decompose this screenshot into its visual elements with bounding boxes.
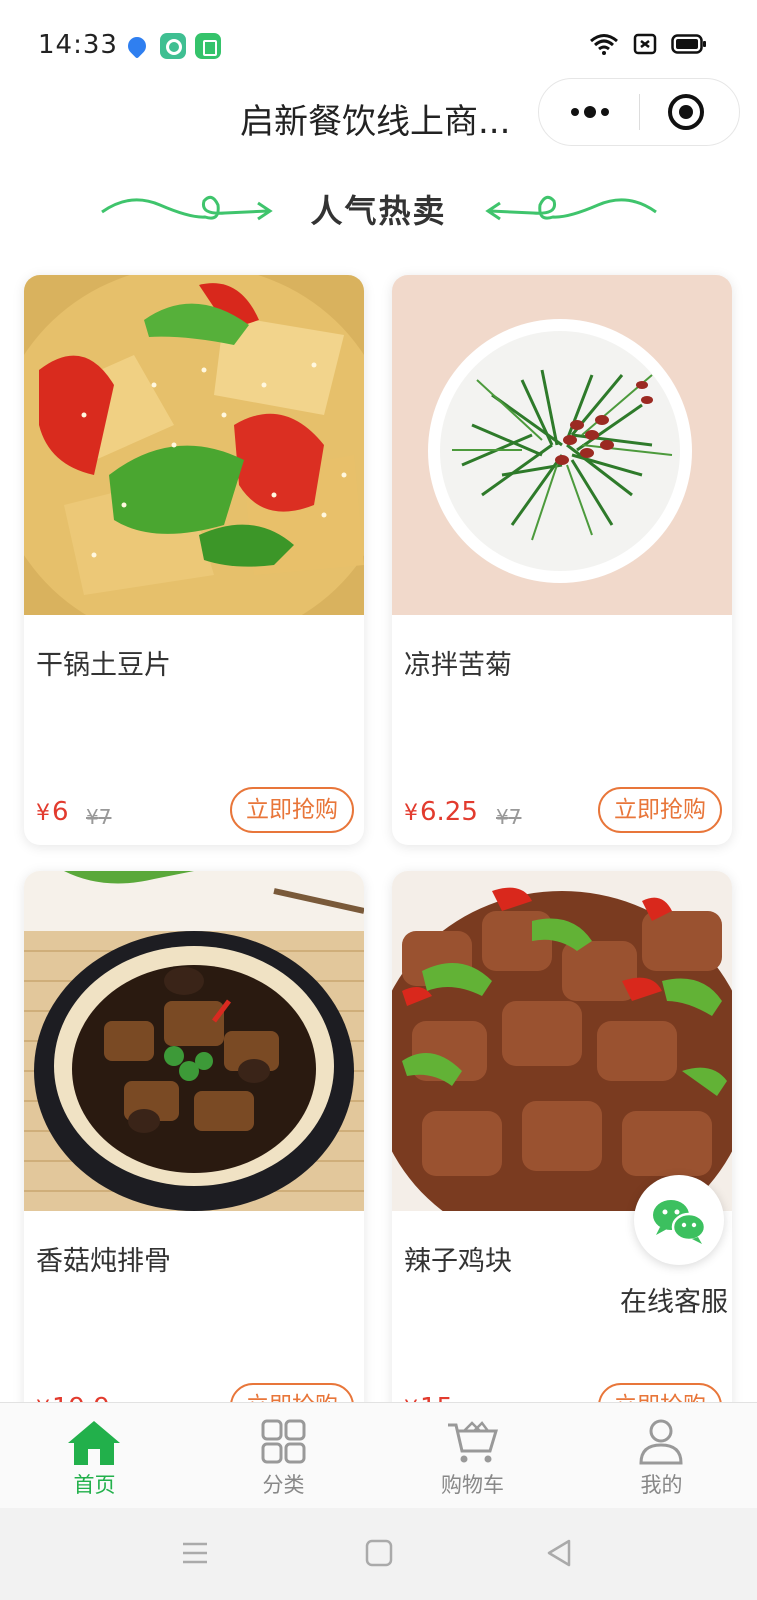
- menu-icon[interactable]: [180, 1538, 210, 1568]
- status-bar: 14:33: [0, 0, 757, 90]
- decor-swirl-right-icon: [485, 195, 657, 221]
- tab-bar: 首页 分类 购物车 我的: [0, 1402, 757, 1509]
- category-icon: [261, 1419, 306, 1464]
- product-card[interactable]: 干锅土豆片 ¥6 ¥7 立即抢购: [24, 275, 364, 845]
- online-service-label[interactable]: 在线客服: [620, 1280, 728, 1319]
- product-original-price: ¥7: [496, 805, 522, 829]
- tab-label: 购物车: [441, 1473, 504, 1497]
- product-photo[interactable]: [24, 871, 364, 1211]
- tab-category[interactable]: 分类: [189, 1403, 378, 1509]
- online-service-button[interactable]: [634, 1175, 724, 1265]
- product-name: 香菇炖排骨: [36, 1246, 171, 1277]
- app-notification-icon: [160, 33, 186, 59]
- wechat-icon: [653, 1200, 707, 1244]
- product-card[interactable]: 辣子鸡块 ¥15 ¥17 立即抢购: [392, 871, 732, 1405]
- nav-header: 启新餐饮线上商...: [0, 78, 757, 170]
- product-card[interactable]: 凉拌苦菊 ¥6.25 ¥7 立即抢购: [392, 275, 732, 845]
- tab-label: 我的: [640, 1473, 683, 1497]
- app-notification-icon: [124, 33, 150, 59]
- wifi-icon: [589, 33, 619, 55]
- tab-profile[interactable]: 我的: [567, 1403, 756, 1509]
- app-notification-icon: [195, 33, 221, 59]
- buy-now-button[interactable]: 立即抢购: [598, 787, 722, 833]
- status-time: 14:33: [38, 30, 118, 60]
- section-header: 人气热卖: [0, 170, 757, 255]
- capsule-divider: [639, 94, 640, 130]
- close-miniprogram-icon[interactable]: [667, 93, 705, 131]
- system-nav-bar: [0, 1508, 757, 1600]
- tab-label: 首页: [73, 1473, 116, 1497]
- product-photo[interactable]: [392, 871, 732, 1211]
- sim-icon: [633, 33, 657, 55]
- tab-cart[interactable]: 购物车: [378, 1403, 567, 1509]
- cart-icon: [448, 1421, 499, 1463]
- product-photo[interactable]: [392, 275, 732, 615]
- miniprogram-capsule: [538, 78, 740, 146]
- product-name: 干锅土豆片: [36, 650, 171, 681]
- back-icon[interactable]: [544, 1538, 574, 1568]
- product-name: 凉拌苦菊: [404, 650, 512, 681]
- product-photo[interactable]: [24, 275, 364, 615]
- product-name: 辣子鸡块: [404, 1246, 512, 1277]
- buy-now-button[interactable]: 立即抢购: [230, 787, 354, 833]
- user-icon: [639, 1419, 683, 1465]
- tab-label: 分类: [262, 1473, 305, 1497]
- battery-icon: [671, 33, 707, 55]
- product-price: ¥6.25: [404, 797, 478, 827]
- home-icon: [68, 1421, 120, 1465]
- home-nav-icon[interactable]: [364, 1538, 394, 1568]
- product-price: ¥6: [36, 797, 69, 827]
- more-icon[interactable]: [567, 97, 613, 127]
- tab-home[interactable]: 首页: [0, 1403, 189, 1509]
- product-card[interactable]: 香菇炖排骨 ¥19.9 ¥22 立即抢购: [24, 871, 364, 1405]
- page-title: 启新餐饮线上商...: [240, 102, 511, 142]
- page: 14:33 启新餐饮线上商... 人气热卖 干锅土豆片 ¥6 ¥7 立即抢购 凉…: [0, 0, 757, 1600]
- product-original-price: ¥7: [86, 805, 112, 829]
